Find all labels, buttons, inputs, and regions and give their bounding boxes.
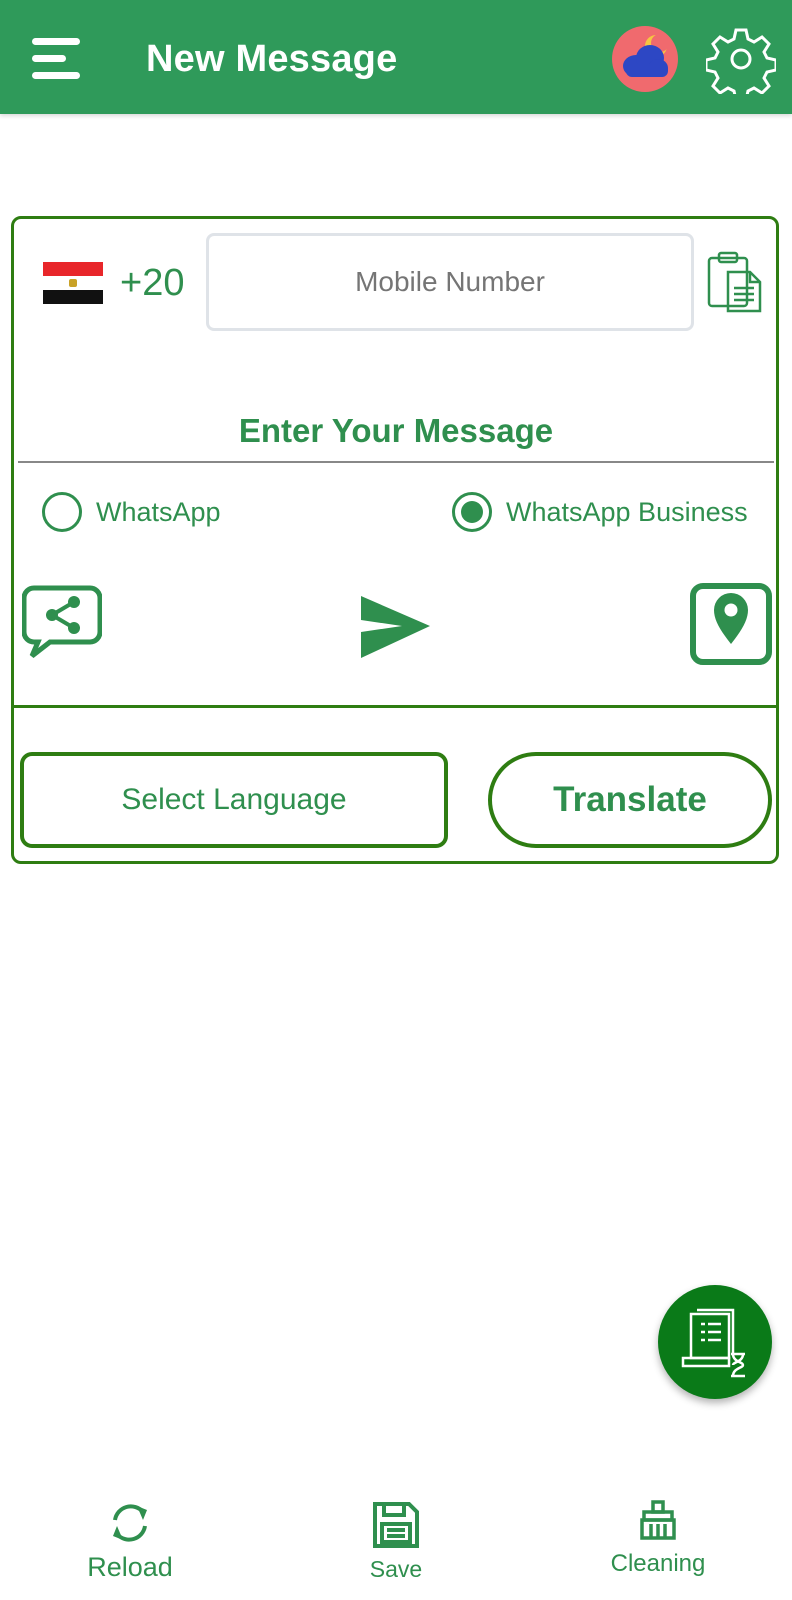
select-language-button[interactable]: Select Language xyxy=(20,752,448,848)
send-icon[interactable] xyxy=(358,592,434,662)
radio-circle-selected xyxy=(452,492,492,532)
bottom-nav-label: Save xyxy=(369,1556,423,1582)
egypt-flag-icon[interactable] xyxy=(43,262,103,304)
app-bar: New Message xyxy=(0,0,792,114)
radio-whatsapp[interactable]: WhatsApp xyxy=(42,490,221,534)
translate-button[interactable]: Translate xyxy=(488,752,772,848)
mobile-number-input[interactable] xyxy=(206,233,694,331)
bottom-nav-label: Cleaning xyxy=(610,1550,706,1577)
menu-icon[interactable] xyxy=(30,32,84,86)
radio-circle xyxy=(42,492,82,532)
clipboard-paste-icon[interactable] xyxy=(706,250,764,314)
page-title: New Message xyxy=(146,38,398,80)
bottom-nav-save[interactable]: Save xyxy=(316,1500,476,1583)
bottom-nav-reload[interactable]: Reload xyxy=(50,1500,210,1583)
bottom-nav-cleaning[interactable]: Cleaning xyxy=(578,1500,738,1578)
message-input-label[interactable]: Enter Your Message xyxy=(0,412,792,450)
message-input-underline xyxy=(18,461,774,463)
gear-icon[interactable] xyxy=(704,24,778,102)
radio-whatsapp-business[interactable]: WhatsApp Business xyxy=(452,490,748,534)
broom-cleaning-icon xyxy=(640,1500,676,1540)
share-chat-icon[interactable] xyxy=(21,584,103,662)
bottom-nav-label: Reload xyxy=(87,1552,173,1582)
radio-label: WhatsApp xyxy=(96,496,221,527)
save-icon xyxy=(373,1502,419,1548)
radio-label: WhatsApp Business xyxy=(506,496,748,527)
weather-night-cloud-icon[interactable] xyxy=(612,26,678,92)
scheduled-messages-fab[interactable] xyxy=(658,1285,772,1399)
card-divider xyxy=(11,705,779,708)
location-pin-icon[interactable] xyxy=(690,582,772,666)
scheduled-messages-icon xyxy=(681,1308,745,1378)
reload-icon xyxy=(113,1504,147,1542)
country-code[interactable]: +20 xyxy=(120,262,184,305)
